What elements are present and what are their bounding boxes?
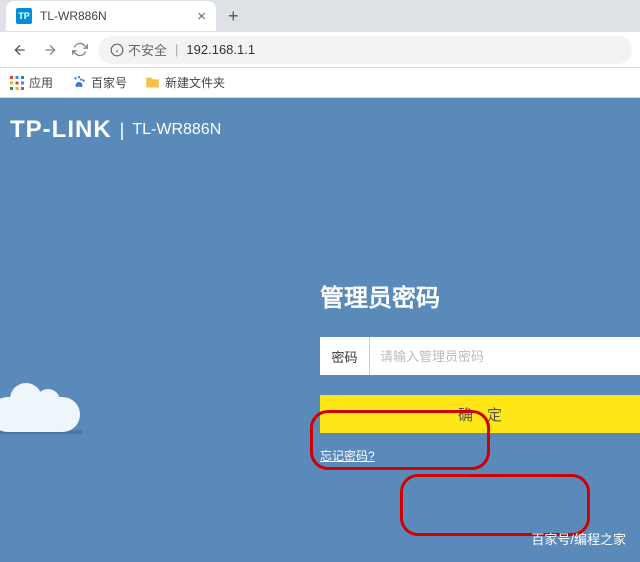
- insecure-indicator: 不安全: [110, 40, 167, 59]
- paw-icon: [71, 75, 86, 90]
- password-input[interactable]: [370, 337, 640, 375]
- login-title: 管理员密码: [320, 278, 640, 313]
- apps-grid-icon: [10, 76, 24, 90]
- model-label: TL-WR886N: [132, 121, 221, 139]
- tab-title: TL-WR886N: [40, 9, 189, 23]
- insecure-label: 不安全: [128, 40, 167, 59]
- bookmark-label: 新建文件夹: [165, 74, 225, 91]
- password-label: 密码: [320, 337, 370, 375]
- login-block: 管理员密码 密码 确定 忘记密码?: [320, 278, 640, 465]
- back-button[interactable]: [8, 38, 32, 62]
- tab-favicon-icon: TP: [16, 8, 32, 24]
- bookmark-item-folder[interactable]: 新建文件夹: [145, 74, 225, 91]
- forgot-password-link[interactable]: 忘记密码?: [320, 447, 375, 464]
- address-field[interactable]: 不安全 | 192.168.1.1: [98, 36, 632, 64]
- apps-button[interactable]: 应用: [10, 74, 53, 91]
- password-row: 密码: [320, 337, 640, 375]
- reload-button[interactable]: [68, 38, 92, 62]
- watermark: 百家号/编程之家: [531, 529, 626, 548]
- tab-bar: TP TL-WR886N × +: [0, 0, 640, 32]
- submit-button[interactable]: 确定: [320, 395, 640, 433]
- logo-row: TP-LINK | TL-WR886N: [0, 98, 640, 162]
- apps-label: 应用: [29, 74, 53, 91]
- bookmark-item-baijia[interactable]: 百家号: [71, 74, 127, 91]
- new-tab-button[interactable]: +: [228, 7, 239, 25]
- address-divider: |: [175, 42, 178, 57]
- cloud-icon: [0, 397, 80, 432]
- tplink-logo: TP-LINK: [10, 116, 112, 144]
- logo-divider: |: [120, 120, 125, 141]
- bookmark-bar: 应用 百家号 新建文件夹: [0, 68, 640, 98]
- address-url: 192.168.1.1: [186, 42, 255, 57]
- close-icon[interactable]: ×: [197, 9, 206, 24]
- info-icon: [110, 43, 124, 57]
- forward-button[interactable]: [38, 38, 62, 62]
- annotation-highlight: [400, 474, 590, 536]
- browser-tab[interactable]: TP TL-WR886N ×: [6, 1, 216, 31]
- folder-icon: [145, 75, 160, 90]
- bookmark-label: 百家号: [91, 74, 127, 91]
- browser-chrome: TP TL-WR886N × + 不安全 | 192.168.1.1: [0, 0, 640, 98]
- address-bar: 不安全 | 192.168.1.1: [0, 32, 640, 68]
- router-page: TP-LINK | TL-WR886N 管理员密码 密码 确定 忘记密码? 百家…: [0, 98, 640, 562]
